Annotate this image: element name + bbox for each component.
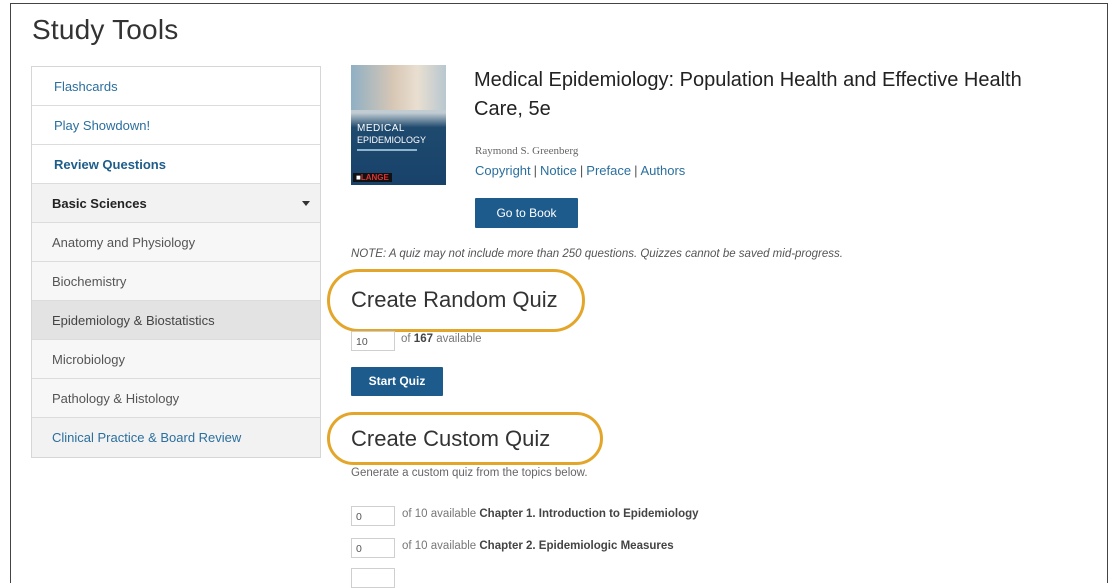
random-quiz-heading: Create Random Quiz (351, 287, 558, 312)
book-title: Medical Epidemiology: Population Health … (474, 69, 1022, 120)
chapter-1-count-input[interactable]: 0 (351, 506, 395, 526)
book-links: Copyright | Notice | Preface | Authors (475, 163, 686, 178)
sidebar-item-review-questions[interactable]: Review Questions (32, 145, 320, 184)
sidebar-item-label: Basic Sciences (52, 196, 147, 211)
page-title: Study Tools (32, 14, 179, 45)
cover-title-line-2: EPIDEMIOLOGY (357, 135, 427, 145)
sidebar-item-biochemistry[interactable]: Biochemistry (32, 262, 320, 301)
custom-quiz-heading: Create Custom Quiz (351, 426, 551, 451)
available-count: 167 (413, 333, 433, 345)
random-quiz-available: of 167 available (401, 333, 482, 345)
sidebar-item-pathology-histology[interactable]: Pathology & Histology (32, 379, 320, 418)
publisher-name: LANGE (360, 173, 389, 182)
chapter-available: of 10 available (402, 540, 477, 552)
sidebar-item-basic-sciences[interactable]: Basic Sciences (32, 184, 320, 223)
quiz-note: NOTE: A quiz may not include more than 2… (351, 248, 843, 260)
sidebar-item-clinical-practice[interactable]: Clinical Practice & Board Review (32, 418, 320, 457)
cover-subtitle-rule (357, 149, 417, 151)
sidebar-item-play-showdown[interactable]: Play Showdown! (32, 106, 320, 145)
sidebar-item-epidemiology-biostatistics[interactable]: Epidemiology & Biostatistics (32, 301, 320, 340)
sidebar-item-microbiology[interactable]: Microbiology (32, 340, 320, 379)
book-author: Raymond S. Greenberg (475, 145, 579, 157)
chapter-1-row: of 10 available Chapter 1. Introduction … (402, 508, 699, 520)
copyright-link[interactable]: Copyright (475, 163, 531, 178)
chapter-2-row: of 10 available Chapter 2. Epidemiologic… (402, 540, 674, 552)
chapter-3-count-input[interactable] (351, 568, 395, 588)
random-quiz-count-input[interactable]: 10 (351, 331, 395, 351)
available-prefix: of (401, 333, 411, 345)
chapter-2-count-input[interactable]: 0 (351, 538, 395, 558)
go-to-book-button[interactable]: Go to Book (475, 198, 578, 228)
caret-down-icon (302, 201, 310, 206)
book-cover-image[interactable]: MEDICAL EPIDEMIOLOGY ■LANGE (351, 65, 446, 185)
authors-link[interactable]: Authors (640, 163, 685, 178)
cover-publisher-logo: ■LANGE (353, 173, 392, 182)
chapter-title: Chapter 2. Epidemiologic Measures (479, 540, 674, 552)
chapter-title: Chapter 1. Introduction to Epidemiology (479, 508, 699, 520)
start-quiz-button[interactable]: Start Quiz (351, 367, 443, 396)
available-suffix: available (436, 333, 482, 345)
preface-link[interactable]: Preface (586, 163, 631, 178)
cover-title-line-1: MEDICAL (357, 123, 405, 134)
custom-quiz-description: Generate a custom quiz from the topics b… (351, 467, 588, 479)
sidebar: Flashcards Play Showdown! Review Questio… (31, 66, 321, 458)
sidebar-item-anatomy-physiology[interactable]: Anatomy and Physiology (32, 223, 320, 262)
chapter-available: of 10 available (402, 508, 477, 520)
notice-link[interactable]: Notice (540, 163, 577, 178)
cover-photo (351, 65, 446, 110)
sidebar-item-flashcards[interactable]: Flashcards (32, 67, 320, 106)
